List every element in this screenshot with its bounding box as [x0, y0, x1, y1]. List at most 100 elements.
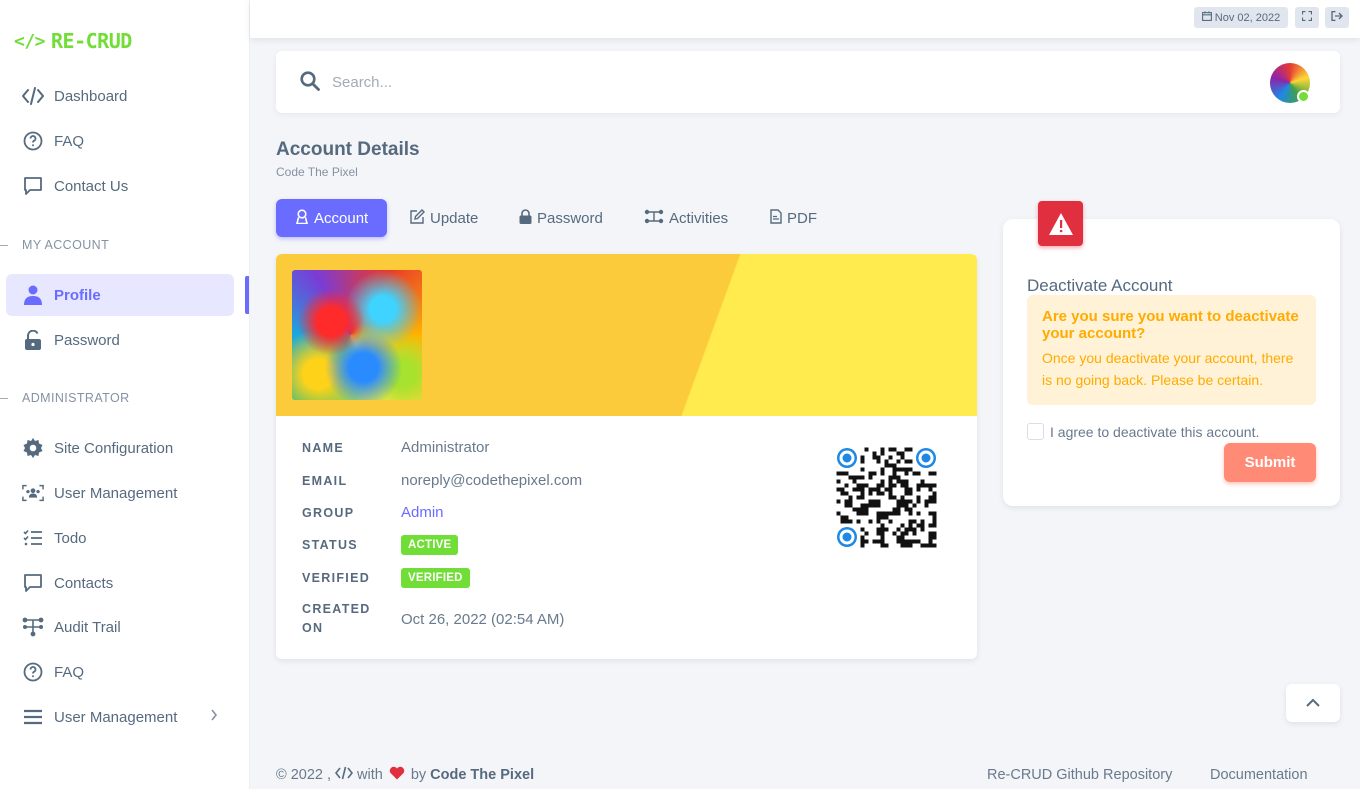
alert-body: Once you deactivate your account, there …: [1042, 350, 1294, 388]
user-badge-icon: [295, 208, 309, 228]
group-link[interactable]: Admin: [401, 504, 444, 521]
footer-by: by: [410, 767, 427, 783]
chevron-right-icon: [210, 709, 218, 724]
sidebar-item-label: Site Configuration: [54, 439, 174, 457]
sidebar-item-profile[interactable]: Profile: [6, 274, 234, 316]
chevron-up-icon: [1306, 694, 1320, 712]
logout-button[interactable]: [1325, 7, 1349, 28]
sidebar-item-label: FAQ: [54, 663, 85, 681]
footer-with: with: [357, 767, 383, 783]
qr-code: [836, 447, 937, 548]
warning-icon: [1038, 201, 1083, 246]
info-label: STATUS: [302, 538, 358, 552]
user-icon: [22, 284, 44, 306]
calendar-icon: [1201, 11, 1212, 24]
deactivate-card: Deactivate Account Are you sure you want…: [1003, 201, 1340, 506]
tab-update[interactable]: Update: [402, 199, 486, 237]
fullscreen-button[interactable]: [1295, 7, 1319, 28]
info-label: GROUP: [302, 505, 355, 520]
sidebar-item-label: Dashboard: [54, 87, 128, 105]
info-row-status: STATUS ACTIVE: [302, 535, 459, 555]
divider: [0, 244, 8, 246]
sidebar-item-label: Profile: [54, 286, 101, 304]
tab-account[interactable]: Account: [276, 199, 388, 237]
menu-icon: [22, 706, 44, 728]
lock-open-icon: [22, 329, 44, 351]
sidebar-item-label: Audit Trail: [54, 618, 121, 636]
agree-checkbox[interactable]: [1027, 423, 1044, 440]
info-label: VERIFIED: [302, 571, 371, 585]
sidebar-item-user-management-menu[interactable]: User Management: [6, 696, 234, 738]
sidebar-item-audit-trail[interactable]: Audit Trail: [6, 606, 234, 648]
code-icon: </>: [14, 30, 46, 52]
info-value: Oct 26, 2022 (02:54 AM): [401, 610, 565, 628]
sidebar-item-label: Password: [54, 331, 120, 349]
tab-label: Activities: [669, 209, 729, 227]
tab-label: Update: [430, 209, 479, 227]
deactivate-title: Deactivate Account: [1027, 276, 1173, 295]
documentation-link[interactable]: Documentation: [1210, 766, 1308, 784]
help-circle-icon: [22, 130, 44, 152]
sidebar-item-password[interactable]: Password: [6, 319, 234, 361]
copyright-text: © 2022 ,: [276, 767, 332, 783]
pdf-file-icon: [770, 208, 782, 228]
info-label: NAME: [302, 440, 345, 455]
info-label-line: ON: [302, 621, 324, 635]
current-date: Nov 02, 2022: [1214, 11, 1281, 24]
lock-icon: [519, 208, 532, 228]
info-row-email: EMAIL noreply@codethepixel.com: [302, 472, 582, 489]
footer-credit: © 2022 , with by Code The Pixel: [276, 766, 534, 784]
submit-button[interactable]: Submit: [1224, 443, 1316, 482]
edit-icon: [410, 208, 425, 228]
top-bar: Nov 02, 2022: [250, 0, 1360, 38]
tab-password[interactable]: Password: [511, 199, 611, 237]
tab-pdf[interactable]: PDF: [762, 199, 825, 237]
section-label: MY ACCOUNT: [22, 238, 110, 252]
sidebar-item-todo[interactable]: Todo: [6, 517, 234, 559]
checklist-icon: [22, 527, 44, 549]
info-row-created-on: CREATED ON Oct 26, 2022 (02:54 AM): [302, 600, 564, 638]
expand-icon: [1301, 10, 1313, 24]
info-label: EMAIL: [302, 473, 348, 488]
brand-name: RE-CRUD: [51, 29, 132, 53]
avatar[interactable]: [1270, 63, 1310, 103]
nav-section-administrator: ADMINISTRATOR: [0, 389, 250, 407]
sidebar-item-faq[interactable]: FAQ: [6, 120, 234, 162]
search-input[interactable]: [332, 70, 632, 94]
info-label-line: CREATED: [302, 602, 371, 616]
tab-label: PDF: [787, 209, 817, 227]
search-bar: [276, 51, 1340, 113]
alert-heading: Are you sure you want to deactivate your…: [1042, 308, 1299, 342]
code-icon: [22, 85, 44, 107]
info-label: CREATED ON: [302, 600, 401, 638]
sidebar-item-label: FAQ: [54, 132, 85, 150]
sidebar-item-label: Contact Us: [54, 177, 129, 195]
tab-label: Account: [314, 209, 369, 227]
sidebar: </> RE-CRUD Dashboard FAQ Contact Us MY …: [0, 0, 250, 789]
network-icon: [644, 209, 664, 228]
date-badge: Nov 02, 2022: [1194, 7, 1288, 28]
logout-icon: [1331, 10, 1343, 24]
search-icon: [300, 71, 320, 96]
sidebar-item-label: Contacts: [54, 574, 114, 592]
sidebar-item-contacts[interactable]: Contacts: [6, 562, 234, 604]
scroll-to-top-button[interactable]: [1286, 684, 1340, 722]
sidebar-item-site-configuration[interactable]: Site Configuration: [6, 427, 234, 469]
footer-author[interactable]: Code The Pixel: [430, 767, 534, 783]
sidebar-item-dashboard[interactable]: Dashboard: [6, 75, 234, 117]
chat-icon: [22, 572, 44, 594]
nav-section-my-account: MY ACCOUNT: [0, 236, 250, 254]
help-circle-icon: [22, 661, 44, 683]
warning-alert: Are you sure you want to deactivate your…: [1027, 295, 1316, 405]
info-row-verified: VERIFIED VERIFIED: [302, 568, 470, 588]
verified-badge: VERIFIED: [401, 568, 470, 588]
sidebar-item-contact-us[interactable]: Contact Us: [6, 165, 234, 207]
brand-logo[interactable]: </> RE-CRUD: [14, 28, 132, 54]
info-row-group: GROUP Admin: [302, 504, 444, 521]
sidebar-item-user-management[interactable]: User Management: [6, 472, 234, 514]
tab-activities[interactable]: Activities: [636, 199, 736, 237]
github-repository-link[interactable]: Re-CRUD Github Repository: [987, 766, 1172, 784]
agree-checkbox-row[interactable]: I agree to deactivate this account.: [1027, 423, 1259, 440]
sidebar-item-faq-admin[interactable]: FAQ: [6, 651, 234, 693]
info-value: Administrator: [401, 439, 490, 456]
